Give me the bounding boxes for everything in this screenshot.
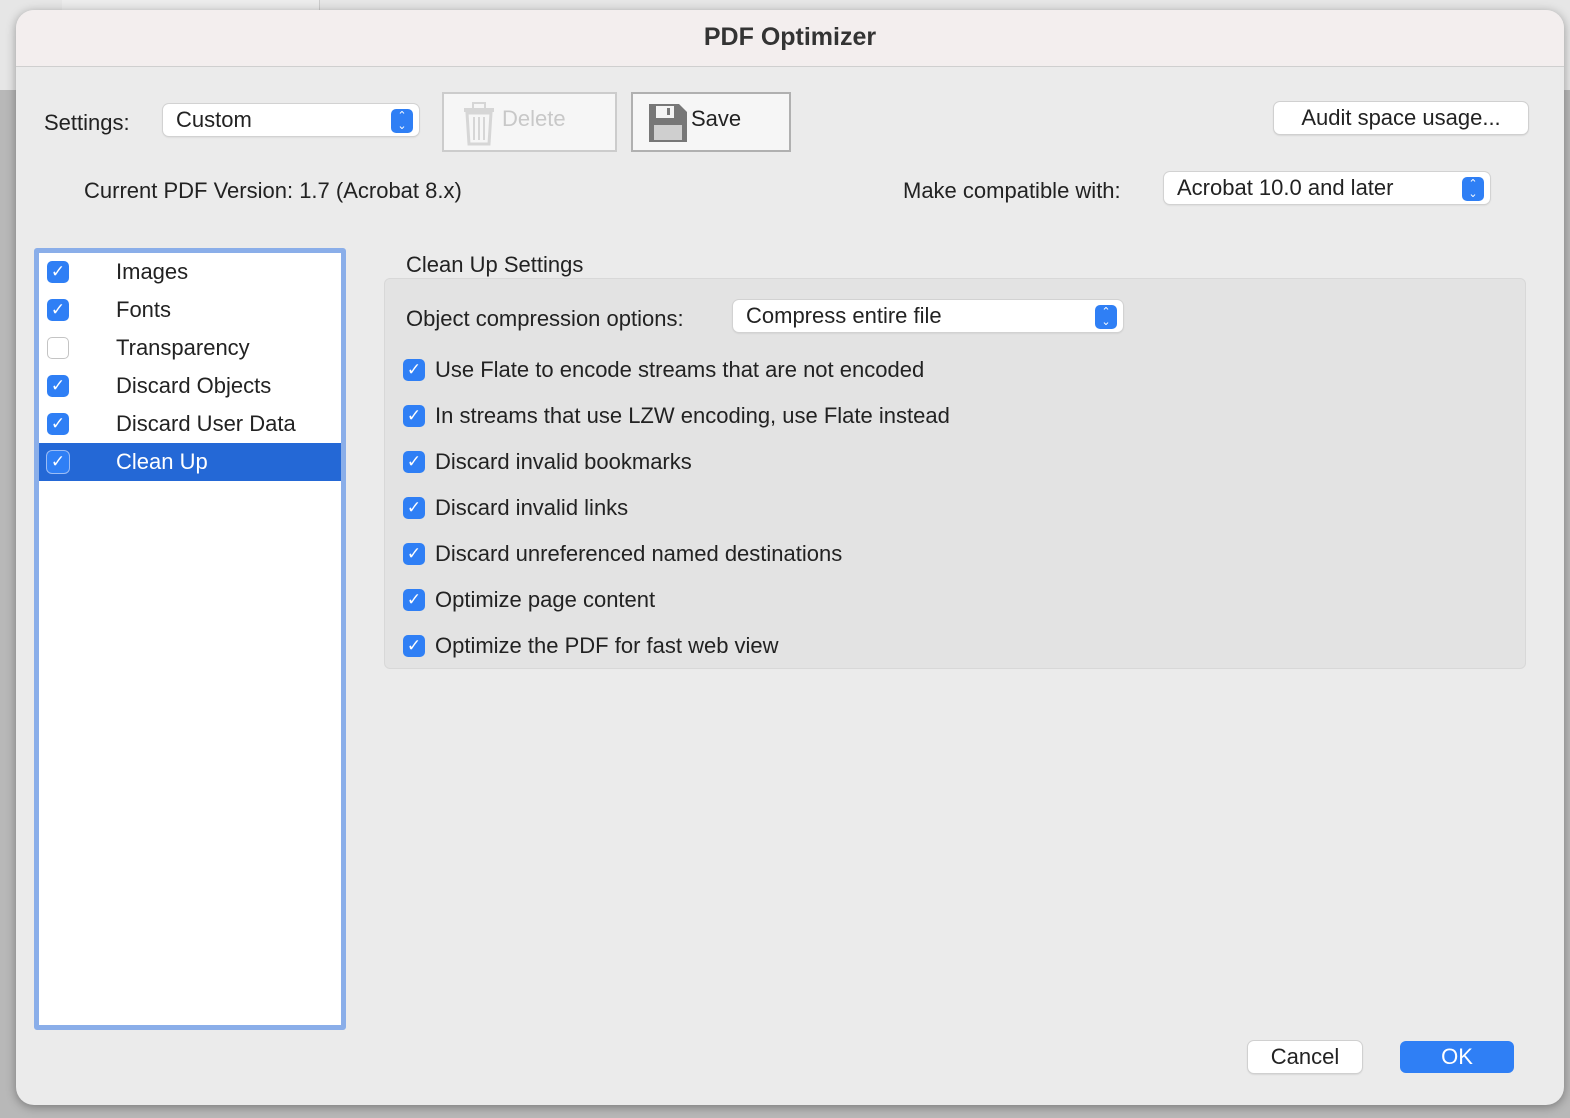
compression-label: Object compression options: — [406, 306, 684, 331]
cleanup-title: Clean Up Settings — [406, 252, 584, 277]
cleanup-option-label: Discard invalid bookmarks — [435, 449, 692, 474]
panel-item-label: Discard User Data — [116, 411, 296, 436]
compression-select[interactable]: Compress entire file ⌃ ⌄ — [733, 300, 1123, 332]
chevron-updown-icon: ⌃ ⌄ — [1462, 177, 1484, 201]
delete-button[interactable]: Delete — [442, 92, 617, 152]
current-pdf-version: Current PDF Version: 1.7 (Acrobat 8.x) — [84, 178, 462, 203]
compat-label: Make compatible with: — [903, 178, 1121, 203]
checkbox[interactable]: ✓ — [403, 497, 425, 519]
compat-select[interactable]: Acrobat 10.0 and later ⌃ ⌄ — [1164, 172, 1490, 204]
settings-value: Custom — [176, 107, 252, 132]
trash-icon — [464, 102, 494, 146]
panel-item-images[interactable]: ✓ Images — [39, 253, 341, 291]
cleanup-option[interactable]: ✓ Discard unreferenced named destinations — [403, 541, 842, 567]
panel-item-label: Fonts — [116, 297, 172, 322]
checkbox[interactable]: ✓ — [47, 413, 69, 435]
cleanup-option[interactable]: ✓ In streams that use LZW encoding, use F… — [403, 403, 950, 429]
panel-item-label: Transparency — [116, 335, 250, 360]
panel-item-discard-user-data[interactable]: ✓ Discard User Data — [39, 405, 341, 443]
panel-item-label: Discard Objects — [116, 373, 272, 398]
cleanup-option-label: In streams that use LZW encoding, use Fl… — [435, 403, 950, 428]
cleanup-option-label: Optimize the PDF for fast web view — [435, 633, 779, 658]
panel-item-label: Clean Up — [116, 449, 208, 474]
cleanup-option-label: Use Flate to encode streams that are not… — [435, 357, 925, 382]
chevron-updown-icon: ⌃ ⌄ — [391, 109, 413, 133]
checkbox[interactable] — [47, 337, 69, 359]
settings-label: Settings: — [44, 110, 130, 135]
cleanup-option-label: Discard unreferenced named destinations — [435, 541, 843, 566]
checkbox[interactable]: ✓ — [403, 405, 425, 427]
settings-select[interactable]: Custom ⌃ ⌄ — [163, 104, 419, 136]
checkbox[interactable]: ✓ — [47, 261, 69, 283]
panel-item-clean-up[interactable]: ✓ Clean Up — [39, 443, 341, 481]
save-button[interactable]: Save — [631, 92, 791, 152]
cancel-button[interactable]: Cancel — [1248, 1041, 1362, 1073]
cleanup-option-label: Optimize page content — [435, 587, 656, 612]
checkbox[interactable]: ✓ — [47, 375, 69, 397]
compression-value: Compress entire file — [746, 303, 942, 328]
checkbox[interactable]: ✓ — [403, 589, 425, 611]
cleanup-option[interactable]: ✓ Discard invalid links — [403, 495, 628, 521]
panel-item-discard-objects[interactable]: ✓ Discard Objects — [39, 367, 341, 405]
checkbox[interactable]: ✓ — [47, 451, 69, 473]
audit-space-usage-button[interactable]: Audit space usage... — [1274, 102, 1528, 134]
delete-label: Delete — [502, 106, 566, 131]
checkbox[interactable]: ✓ — [403, 359, 425, 381]
cleanup-option-label: Discard invalid links — [435, 495, 629, 520]
checkbox[interactable]: ✓ — [403, 635, 425, 657]
checkbox[interactable]: ✓ — [403, 543, 425, 565]
cleanup-option[interactable]: ✓ Optimize page content — [403, 587, 655, 613]
panel-item-transparency[interactable]: Transparency — [39, 329, 341, 367]
panel-item-fonts[interactable]: ✓ Fonts — [39, 291, 341, 329]
ok-button[interactable]: OK — [1400, 1041, 1514, 1073]
cleanup-group: Object compression options: Compress ent… — [384, 278, 1526, 669]
pdf-optimizer-dialog: PDF Optimizer Settings: Custom ⌃ ⌄ Delete… — [16, 10, 1564, 1105]
cleanup-option[interactable]: ✓ Discard invalid bookmarks — [403, 449, 692, 475]
checkbox[interactable]: ✓ — [403, 451, 425, 473]
cleanup-option[interactable]: ✓ Use Flate to encode streams that are no… — [403, 357, 924, 383]
panel-item-label: Images — [116, 259, 189, 284]
panel-list: ✓ Images ✓ Fonts Transparency ✓ Discard Object… — [34, 248, 346, 1030]
checkbox[interactable]: ✓ — [47, 299, 69, 321]
chevron-updown-icon: ⌃ ⌄ — [1095, 305, 1117, 329]
dialog-title: PDF Optimizer — [16, 10, 1564, 67]
save-label: Save — [691, 106, 742, 131]
floppy-disk-icon — [649, 104, 687, 142]
cleanup-option[interactable]: ✓ Optimize the PDF for fast web view — [403, 633, 779, 659]
compat-value: Acrobat 10.0 and later — [1177, 175, 1394, 200]
